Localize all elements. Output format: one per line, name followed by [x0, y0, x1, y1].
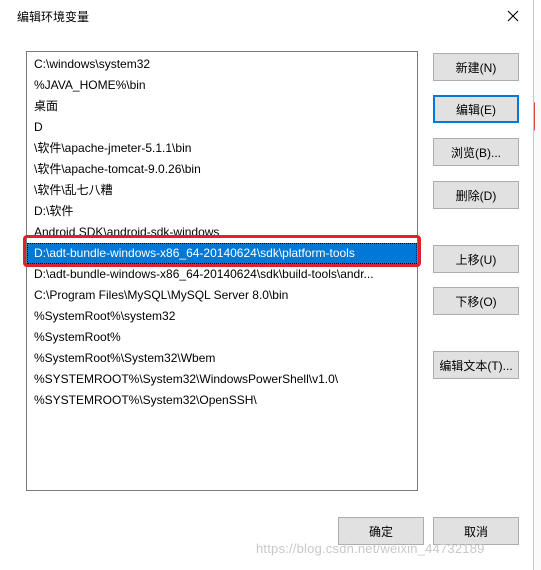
- background-window-right: [533, 40, 541, 570]
- dialog-title: 编辑环境变量: [17, 10, 90, 24]
- edit-text-button[interactable]: 编辑文本(T)...: [433, 351, 519, 379]
- path-list-item[interactable]: %SYSTEMROOT%\System32\OpenSSH\: [27, 390, 417, 411]
- path-list-item[interactable]: %SystemRoot%\System32\Wbem: [27, 348, 417, 369]
- path-list-item[interactable]: C:\Program Files\MySQL\MySQL Server 8.0\…: [27, 285, 417, 306]
- path-list-item[interactable]: C:\windows\system32: [27, 54, 417, 75]
- edit-button[interactable]: 编辑(E): [433, 95, 519, 123]
- path-list-item[interactable]: D:\adt-bundle-windows-x86_64-20140624\sd…: [27, 243, 417, 264]
- path-list-item[interactable]: %SystemRoot%: [27, 327, 417, 348]
- path-list-item[interactable]: 桌面: [27, 96, 417, 117]
- title-bar[interactable]: 编辑环境变量: [0, 0, 533, 32]
- new-button[interactable]: 新建(N): [433, 53, 519, 81]
- path-list-item[interactable]: D: [27, 117, 417, 138]
- path-list-item[interactable]: %SystemRoot%\system32: [27, 306, 417, 327]
- path-list[interactable]: C:\windows\system32 %JAVA_HOME%\bin 桌面 D \软件…: [26, 51, 418, 491]
- watermark: https://blog.csdn.net/weixin_44732189: [256, 541, 485, 556]
- background-red-line: [534, 97, 541, 131]
- path-list-item[interactable]: Android SDK\android-sdk-windows: [27, 222, 417, 243]
- close-button[interactable]: [501, 4, 525, 28]
- path-list-item[interactable]: %JAVA_HOME%\bin: [27, 75, 417, 96]
- move-up-button[interactable]: 上移(U): [433, 245, 519, 273]
- path-list-item[interactable]: D:\adt-bundle-windows-x86_64-20140624\sd…: [27, 264, 417, 285]
- delete-button[interactable]: 删除(D): [433, 181, 519, 209]
- path-list-item[interactable]: \软件\apache-tomcat-9.0.26\bin: [27, 159, 417, 180]
- path-list-item[interactable]: D:\软件: [27, 201, 417, 222]
- path-list-item[interactable]: \软件\乱七八糟: [27, 180, 417, 201]
- path-list-item[interactable]: %SYSTEMROOT%\System32\WindowsPowerShell\…: [27, 369, 417, 390]
- browse-button[interactable]: 浏览(B)...: [433, 138, 519, 166]
- path-list-item[interactable]: \软件\apache-jmeter-5.1.1\bin: [27, 138, 417, 159]
- move-down-button[interactable]: 下移(O): [433, 287, 519, 315]
- edit-env-var-dialog: 编辑环境变量 C:\windows\system32 %JAVA_HOME%\bi…: [0, 0, 534, 570]
- close-icon: [507, 10, 519, 22]
